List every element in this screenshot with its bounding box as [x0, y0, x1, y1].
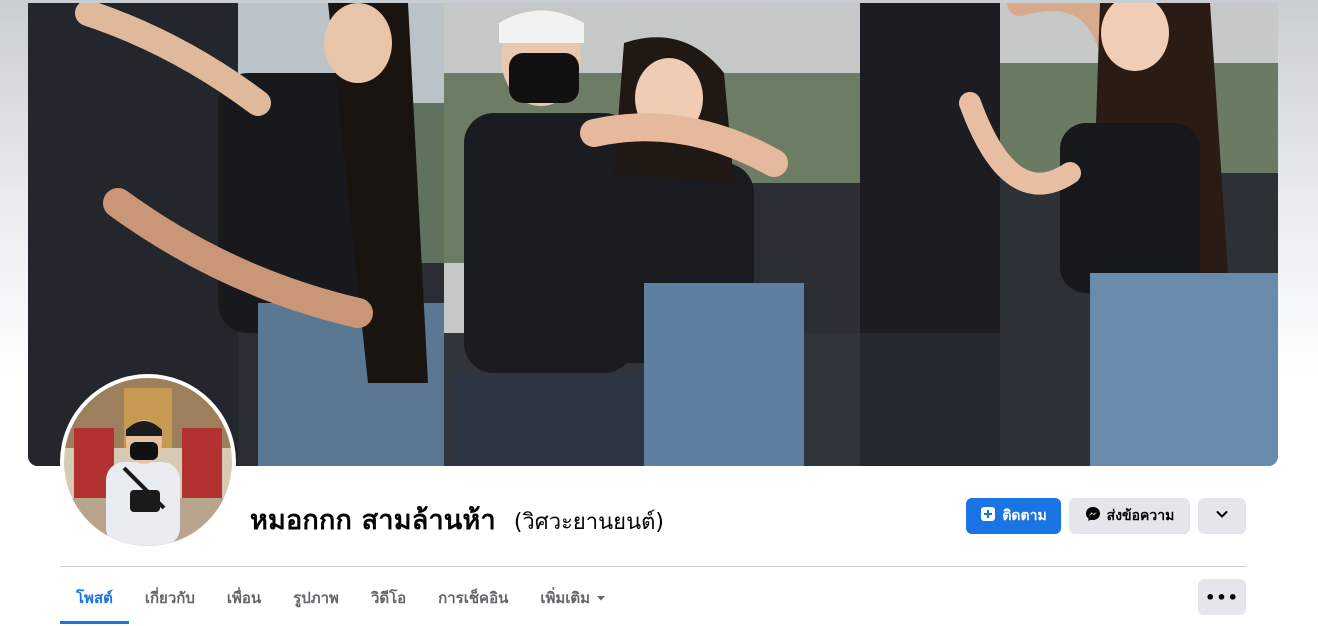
follow-button-label: ติดตาม: [1002, 508, 1047, 524]
add-friend-icon: [980, 506, 996, 526]
tab-label: เพิ่มเติม: [540, 589, 591, 607]
tab-friends[interactable]: เพื่อน: [211, 574, 277, 622]
cover-photo-panel-2: [444, 3, 860, 466]
tab-videos[interactable]: วิดีโอ: [355, 574, 422, 622]
ellipsis-icon: •••: [1205, 587, 1239, 607]
tab-label: รูปภาพ: [293, 589, 339, 607]
tab-about[interactable]: เกี่ยวกับ: [129, 574, 211, 622]
profile-name-row: หมอกกก สามล้านห้า (วิศวะยานยนต์): [250, 498, 664, 541]
follow-button[interactable]: ติดตาม: [966, 498, 1061, 534]
message-button-label: ส่งข้อความ: [1106, 508, 1175, 524]
avatar-image: [64, 378, 232, 546]
caret-down-icon: [596, 589, 606, 607]
more-options-button[interactable]: •••: [1198, 579, 1246, 615]
tab-label: วิดีโอ: [370, 589, 407, 607]
tab-more[interactable]: เพิ่มเติม: [524, 574, 622, 622]
profile-dropdown-button[interactable]: [1198, 498, 1246, 534]
tab-label: เพื่อน: [226, 589, 262, 607]
profile-avatar[interactable]: [60, 374, 236, 550]
profile-tabs: โพสต์ เกี่ยวกับ เพื่อน รูปภาพ วิดีโอ การ…: [60, 574, 622, 626]
chevron-down-icon: [1215, 507, 1229, 525]
tab-posts[interactable]: โพสต์: [60, 574, 129, 624]
tab-label: เกี่ยวกับ: [144, 589, 195, 607]
profile-alternate-name: (วิศวะยานยนต์): [513, 510, 664, 535]
profile-name: หมอกกก สามล้านห้า: [250, 505, 496, 536]
tab-label: โพสต์: [76, 589, 113, 607]
tab-photos[interactable]: รูปภาพ: [277, 574, 355, 622]
message-button[interactable]: ส่งข้อความ: [1069, 498, 1190, 534]
tab-label: การเช็คอิน: [438, 589, 509, 607]
profile-actions: ติดตาม ส่งข้อความ: [966, 498, 1246, 534]
tab-checkins[interactable]: การเช็คอิน: [422, 574, 524, 622]
cover-photo[interactable]: [28, 3, 1278, 466]
messenger-icon: [1085, 506, 1101, 526]
cover-photo-panel-3: [860, 3, 1278, 466]
header-divider: [60, 566, 1246, 567]
